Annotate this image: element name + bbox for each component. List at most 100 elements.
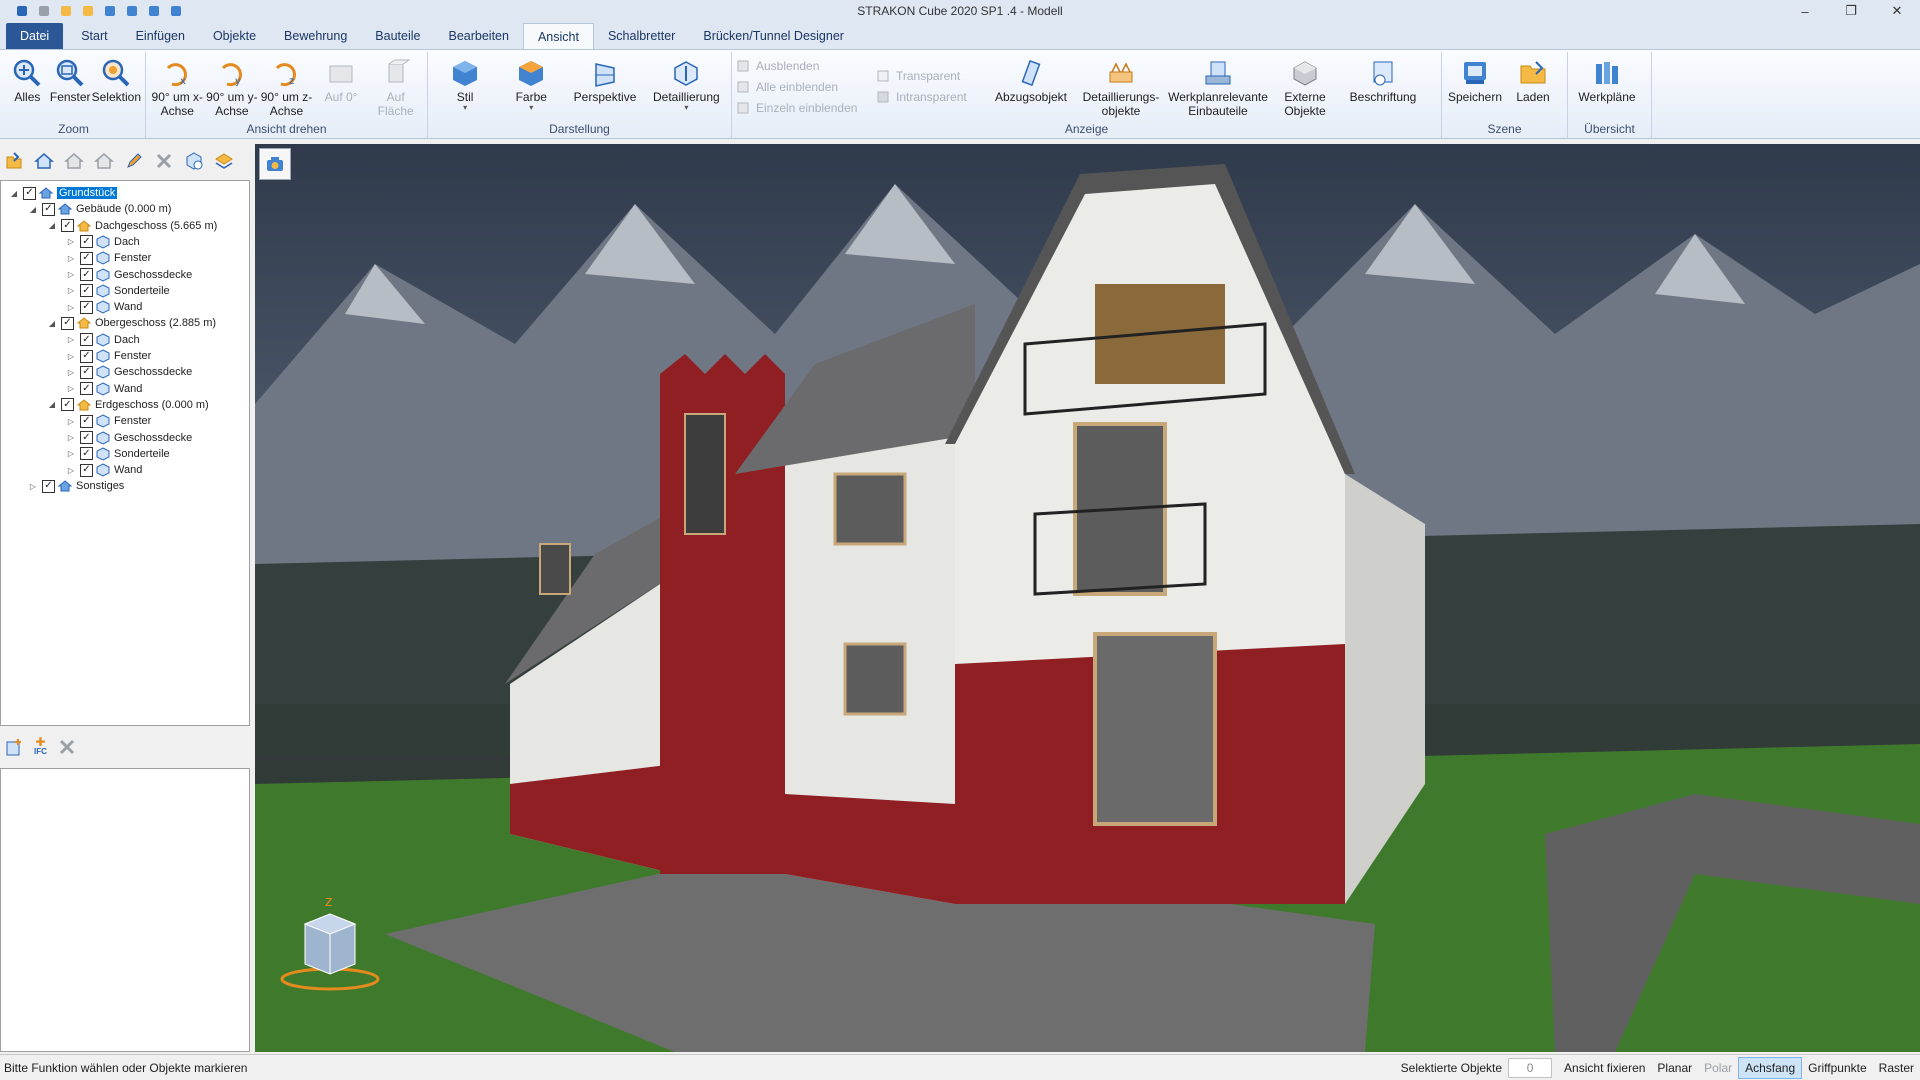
tab-einfügen[interactable]: Einfügen xyxy=(122,23,199,49)
home-icon[interactable] xyxy=(34,151,54,171)
expand-arrow-icon[interactable]: ▷ xyxy=(66,465,76,475)
restore-button[interactable]: ❐ xyxy=(1828,0,1874,22)
redo-icon[interactable] xyxy=(36,3,52,19)
tree-node[interactable]: ▷ ✓ Geschossdecke xyxy=(66,430,192,446)
collapse-arrow-icon[interactable]: ◢ xyxy=(47,318,57,328)
hide-button[interactable]: Ausblenden xyxy=(736,58,876,74)
visibility-checkbox[interactable]: ✓ xyxy=(23,186,36,200)
3d-viewport[interactable]: z xyxy=(255,144,1920,1052)
tree-node[interactable]: ▷ ✓ Sonderteile xyxy=(66,446,170,462)
status-toggle-raster[interactable]: Raster xyxy=(1873,1057,1920,1079)
tree-node[interactable]: ▷ ✓ Dach xyxy=(66,234,140,250)
tree-node[interactable]: ◢ ✓ Dachgeschoss (5.665 m) xyxy=(47,218,217,234)
print-icon[interactable] xyxy=(146,3,162,19)
collapse-arrow-icon[interactable]: ◢ xyxy=(47,221,57,231)
status-toggle-griffpunkte[interactable]: Griffpunkte xyxy=(1802,1057,1872,1079)
visibility-checkbox[interactable]: ✓ xyxy=(80,414,93,428)
sync-icon[interactable] xyxy=(168,3,184,19)
add-floor-icon[interactable] xyxy=(64,151,84,171)
edit-icon[interactable] xyxy=(124,151,144,171)
tree-node[interactable]: ▷ ✓ Geschossdecke xyxy=(66,267,192,283)
expand-arrow-icon[interactable]: ▷ xyxy=(66,286,76,296)
visibility-checkbox[interactable]: ✓ xyxy=(80,431,93,444)
visibility-checkbox[interactable]: ✓ xyxy=(42,202,55,216)
expand-arrow-icon[interactable]: ▷ xyxy=(66,253,76,263)
add-building-icon[interactable] xyxy=(94,151,114,171)
visibility-checkbox[interactable]: ✓ xyxy=(61,219,74,233)
show-single-button[interactable]: Einzeln einblenden xyxy=(736,100,876,116)
tree-node[interactable]: ▷ ✓ Fenster xyxy=(66,348,151,364)
visibility-checkbox[interactable]: ✓ xyxy=(80,268,93,281)
view-options-button[interactable] xyxy=(259,148,291,180)
status-toggle-planar[interactable]: Planar xyxy=(1651,1057,1698,1079)
expand-arrow-icon[interactable]: ▷ xyxy=(66,335,76,345)
visibility-checkbox[interactable]: ✓ xyxy=(80,382,93,396)
visibility-checkbox[interactable]: ✓ xyxy=(80,463,93,477)
opaque-button[interactable]: Intransparent xyxy=(876,89,986,105)
transparent-button[interactable]: Transparent xyxy=(876,68,986,84)
close-button[interactable]: ✕ xyxy=(1874,0,1920,22)
property-panel[interactable] xyxy=(0,768,250,1052)
visibility-checkbox[interactable]: ✓ xyxy=(80,284,93,298)
add-ifc-button[interactable]: ✚ IFC xyxy=(34,736,47,756)
show-all-button[interactable]: Alle einblenden xyxy=(736,79,876,95)
tab-bauteile[interactable]: Bauteile xyxy=(361,23,434,49)
visibility-checkbox[interactable]: ✓ xyxy=(80,365,93,379)
copy-icon[interactable] xyxy=(102,3,118,19)
tab-schalbretter[interactable]: Schalbretter xyxy=(594,23,689,49)
object-settings-icon[interactable] xyxy=(184,151,204,171)
new-icon[interactable] xyxy=(58,3,74,19)
tree-node[interactable]: ◢ ✓ Grundstück xyxy=(9,185,118,201)
visibility-checkbox[interactable]: ✓ xyxy=(80,300,93,314)
tab-ansicht[interactable]: Ansicht xyxy=(522,23,594,49)
tab-brücken-tunnel-designer[interactable]: Brücken/Tunnel Designer xyxy=(689,23,858,49)
tree-node[interactable]: ◢ ✓ Gebäude (0.000 m) xyxy=(28,201,171,217)
status-toggle-ansicht-fixieren[interactable]: Ansicht fixieren xyxy=(1558,1057,1651,1079)
tree-node[interactable]: ▷ ✓ Fenster xyxy=(66,250,151,266)
tree-node[interactable]: ▷ ✓ Sonderteile xyxy=(66,283,170,299)
tree-node[interactable]: ◢ ✓ Obergeschoss (2.885 m) xyxy=(47,315,216,331)
visibility-checkbox[interactable]: ✓ xyxy=(80,333,93,347)
undo-icon[interactable] xyxy=(14,3,30,19)
expand-arrow-icon[interactable]: ▷ xyxy=(66,351,76,361)
tab-objekte[interactable]: Objekte xyxy=(199,23,270,49)
collapse-arrow-icon[interactable]: ◢ xyxy=(28,204,38,214)
expand-arrow-icon[interactable]: ▷ xyxy=(66,384,76,394)
expand-arrow-icon[interactable]: ▷ xyxy=(66,416,76,426)
status-toggle-achsfang[interactable]: Achsfang xyxy=(1738,1056,1803,1079)
tree-node[interactable]: ▷ ✓ Wand xyxy=(66,299,142,315)
visibility-checkbox[interactable]: ✓ xyxy=(61,398,74,412)
import-structure-icon[interactable] xyxy=(4,151,24,171)
visibility-checkbox[interactable]: ✓ xyxy=(80,251,93,265)
navigation-cube-icon[interactable]: z xyxy=(275,894,385,1004)
status-toggle-polar[interactable]: Polar xyxy=(1698,1057,1738,1079)
add-property-icon[interactable] xyxy=(4,737,24,757)
layer-stack-icon[interactable] xyxy=(214,151,234,171)
expand-arrow-icon[interactable]: ▷ xyxy=(66,433,76,443)
collapse-arrow-icon[interactable]: ◢ xyxy=(9,188,19,198)
expand-arrow-icon[interactable]: ▷ xyxy=(66,237,76,247)
tree-node[interactable]: ◢ ✓ Erdgeschoss (0.000 m) xyxy=(47,397,209,413)
tree-node[interactable]: ▷ ✓ Wand xyxy=(66,462,142,478)
tab-start[interactable]: Start xyxy=(67,23,121,49)
expand-arrow-icon[interactable]: ▷ xyxy=(28,481,38,491)
tree-node[interactable]: ▷ ✓ Sonstiges xyxy=(28,478,124,494)
tree-node[interactable]: ▷ ✓ Geschossdecke xyxy=(66,364,192,380)
visibility-checkbox[interactable]: ✓ xyxy=(42,479,55,493)
delete-icon[interactable] xyxy=(154,151,174,171)
expand-arrow-icon[interactable]: ▷ xyxy=(66,449,76,459)
tab-bearbeiten[interactable]: Bearbeiten xyxy=(434,23,522,49)
collapse-arrow-icon[interactable]: ◢ xyxy=(47,400,57,410)
tree-node[interactable]: ▷ ✓ Fenster xyxy=(66,413,151,429)
expand-arrow-icon[interactable]: ▷ xyxy=(66,302,76,312)
visibility-checkbox[interactable]: ✓ xyxy=(80,235,93,249)
save-icon[interactable] xyxy=(124,3,140,19)
tree-node[interactable]: ▷ ✓ Wand xyxy=(66,381,142,397)
open-icon[interactable] xyxy=(80,3,96,19)
minimize-button[interactable]: – xyxy=(1782,0,1828,22)
expand-arrow-icon[interactable]: ▷ xyxy=(66,270,76,280)
tree-node[interactable]: ▷ ✓ Dach xyxy=(66,332,140,348)
tab-file[interactable]: Datei xyxy=(6,23,64,49)
remove-icon[interactable] xyxy=(57,737,77,757)
visibility-checkbox[interactable]: ✓ xyxy=(80,349,93,363)
